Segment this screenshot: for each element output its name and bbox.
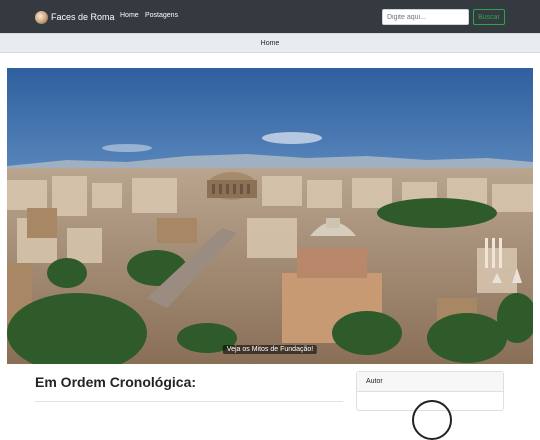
rome-cityscape-image — [7, 68, 533, 364]
brand-link[interactable]: Faces de Roma — [35, 10, 115, 24]
author-card: Autor — [356, 371, 504, 440]
divider — [35, 401, 343, 402]
section-title: Em Ordem Cronológica: — [35, 374, 197, 390]
author-card-header: Autor — [357, 372, 503, 392]
brand-logo-icon — [35, 10, 48, 24]
search-button[interactable]: Buscar — [473, 9, 505, 25]
breadcrumb: Home — [0, 33, 540, 53]
brand-name: Faces de Roma — [51, 12, 115, 22]
hero-caption[interactable]: Veja os Mitos de Fundação! — [222, 345, 318, 354]
search-input[interactable] — [382, 9, 469, 25]
author-avatar — [412, 400, 452, 440]
nav-link-home[interactable]: Home — [120, 12, 139, 19]
breadcrumb-home[interactable]: Home — [261, 40, 280, 47]
navbar: Faces de Roma Home Postagens Buscar — [0, 0, 540, 33]
hero-carousel[interactable]: Veja os Mitos de Fundação! — [7, 68, 533, 364]
nav-link-postagens[interactable]: Postagens — [145, 12, 178, 19]
